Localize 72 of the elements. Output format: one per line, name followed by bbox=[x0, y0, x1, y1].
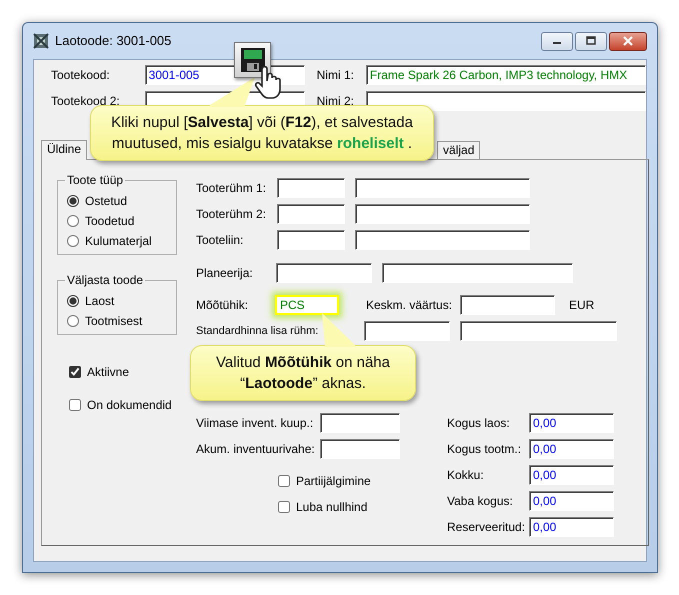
input-field[interactable] bbox=[277, 230, 345, 250]
checkbox[interactable] bbox=[69, 399, 81, 411]
field-label: Planeerija: bbox=[196, 265, 254, 282]
input-field[interactable] bbox=[364, 321, 450, 341]
input-field[interactable] bbox=[355, 178, 530, 198]
input-field[interactable] bbox=[460, 321, 617, 341]
currency-label: EUR bbox=[569, 297, 594, 314]
input-field[interactable] bbox=[382, 263, 573, 283]
checkbox-label: Partiijälgimine bbox=[296, 473, 371, 490]
input-field[interactable]: 0,00 bbox=[529, 491, 614, 511]
minimize-button[interactable] bbox=[541, 32, 573, 50]
callout-pointer bbox=[322, 313, 355, 347]
checkbox-label: Aktiivne bbox=[87, 364, 130, 381]
field-label: Tooteliin: bbox=[196, 232, 244, 249]
input-field[interactable] bbox=[277, 204, 345, 224]
maximize-button[interactable] bbox=[575, 32, 607, 50]
input-field[interactable] bbox=[355, 230, 530, 250]
radio-button[interactable] bbox=[67, 215, 79, 227]
input-field[interactable] bbox=[277, 178, 345, 198]
tab[interactable]: väljad bbox=[437, 141, 480, 159]
callout-text: Kliki nupul [Salvesta] või (F12), et salvestada muutused, mis esialgu kuvatakse roheliselt . bbox=[90, 105, 434, 161]
tab[interactable]: Üldine bbox=[41, 140, 88, 160]
input-field[interactable]: 0,00 bbox=[529, 517, 614, 537]
radio-button[interactable] bbox=[67, 295, 79, 307]
checkbox[interactable] bbox=[278, 475, 290, 487]
checkbox-label: On dokumendid bbox=[87, 397, 172, 414]
field-label: Tooterühm 2: bbox=[196, 206, 268, 223]
close-icon bbox=[622, 36, 634, 46]
field-label: Viimase invent. kuup.: bbox=[196, 415, 314, 432]
radio-label: Laost bbox=[85, 293, 114, 310]
field-label: Kogus laos: bbox=[447, 415, 511, 432]
input-field[interactable]: 0,00 bbox=[529, 439, 614, 459]
window-title: Laotoode: 3001-005 bbox=[55, 32, 172, 50]
maximize-icon bbox=[585, 36, 597, 46]
radio-label: Tootmisest bbox=[85, 313, 142, 330]
input-field[interactable]: PCS bbox=[275, 295, 339, 315]
input-field[interactable] bbox=[320, 413, 400, 433]
radio-button[interactable] bbox=[67, 195, 79, 207]
input-field[interactable]: Frame Spark 26 Carbon, IMP3 technology, HMX bbox=[366, 65, 646, 85]
input-field[interactable] bbox=[276, 263, 372, 283]
input-field[interactable] bbox=[320, 439, 400, 459]
field-label: Keskm. väärtus: bbox=[366, 297, 454, 314]
input-field[interactable] bbox=[355, 204, 530, 224]
field-label: Mõõtühik: bbox=[196, 297, 250, 314]
field-label: Kogus tootm.: bbox=[447, 441, 522, 458]
input-field[interactable]: 0,00 bbox=[529, 465, 614, 485]
callout-text: Valitud Mõõtühik on näha “Laotoode” aknas. bbox=[190, 345, 416, 401]
radio-button[interactable] bbox=[67, 315, 79, 327]
checkbox[interactable] bbox=[278, 501, 290, 513]
checkbox-label: Luba nullhind bbox=[296, 499, 368, 516]
radio-label: Toodetud bbox=[85, 213, 134, 230]
input-field[interactable] bbox=[366, 91, 646, 111]
radio-button[interactable] bbox=[67, 235, 79, 247]
radio-label: Kulumaterjal bbox=[85, 233, 152, 250]
field-label: Vaba kogus: bbox=[447, 493, 514, 510]
input-field[interactable] bbox=[460, 295, 555, 315]
checkbox[interactable] bbox=[69, 366, 81, 378]
group-title: Toote tüüp bbox=[65, 173, 126, 187]
field-label: Kokku: bbox=[447, 467, 485, 484]
field-label: Standardhinna lisa rühm: bbox=[196, 324, 320, 339]
radio-label: Ostetud bbox=[85, 193, 128, 210]
close-button[interactable] bbox=[609, 32, 647, 50]
field-label: Tooterühm 1: bbox=[196, 180, 268, 197]
save-button[interactable] bbox=[234, 42, 271, 78]
app-icon bbox=[33, 33, 49, 49]
group-title: Väljasta toode bbox=[65, 273, 146, 287]
field-label: Nimi 1: bbox=[316, 67, 355, 84]
field-label: Reserveeritud: bbox=[447, 519, 526, 536]
input-field[interactable]: 0,00 bbox=[529, 413, 614, 433]
field-label: Tootekood: bbox=[51, 67, 111, 84]
field-label: Akum. inventuurivahe: bbox=[196, 441, 316, 458]
callout-pointer bbox=[210, 77, 255, 107]
